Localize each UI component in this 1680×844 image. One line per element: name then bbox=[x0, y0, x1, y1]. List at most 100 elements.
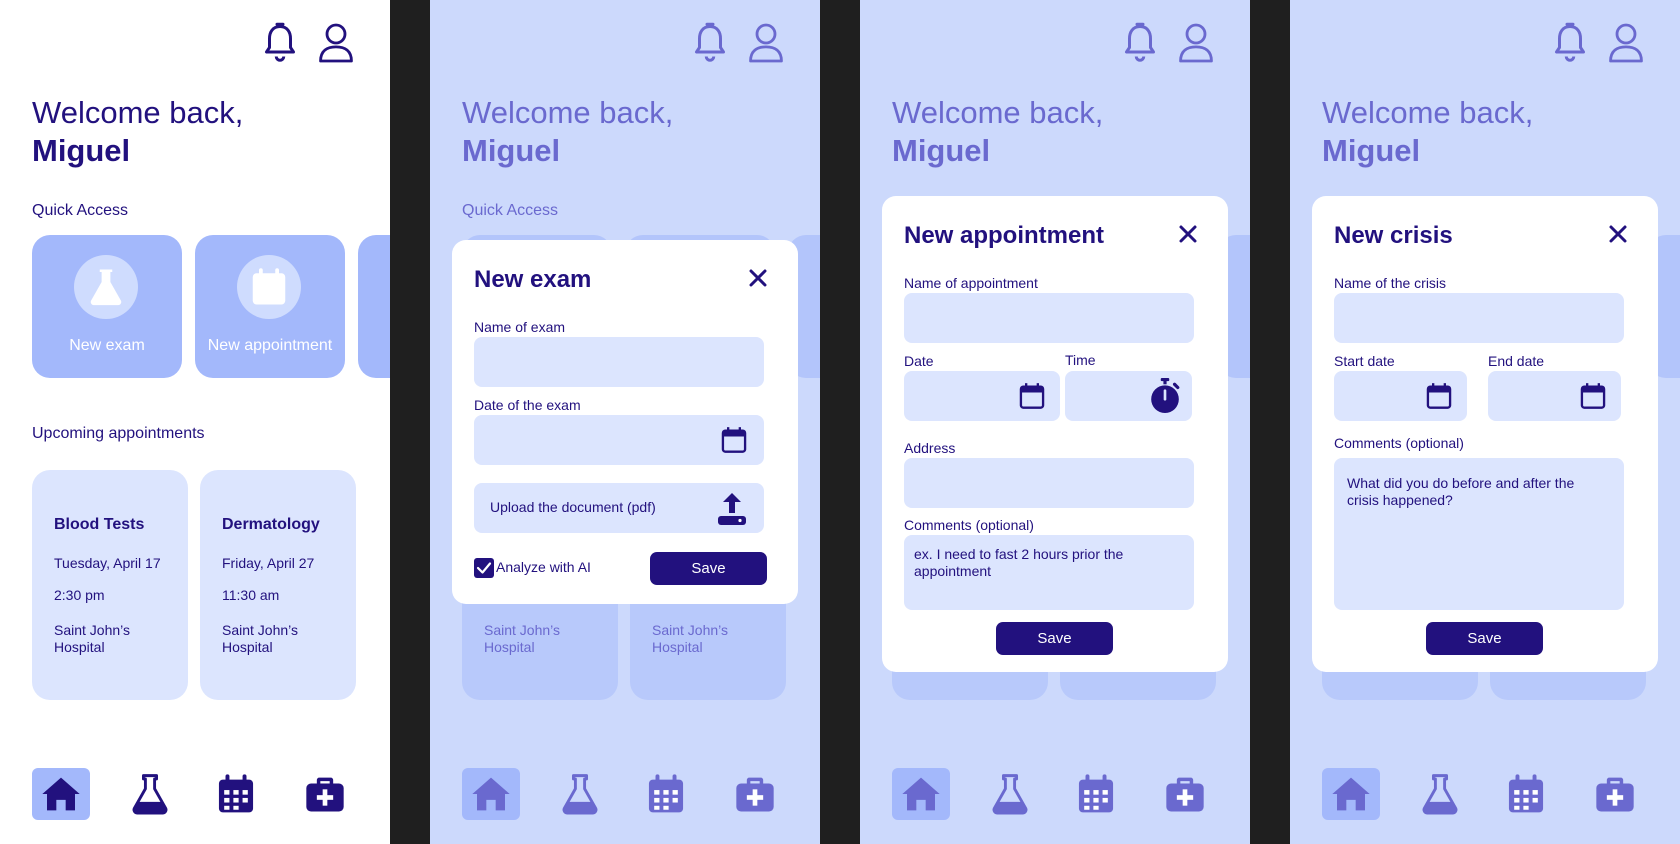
appointment-date: Friday, April 27 bbox=[222, 555, 315, 571]
nav-exams bbox=[981, 768, 1039, 820]
address-input[interactable] bbox=[904, 458, 1194, 508]
quick-access-new-appointment[interactable]: New appointment bbox=[195, 235, 345, 378]
quick-access-label: Quick Access bbox=[32, 202, 129, 219]
top-icons bbox=[1552, 22, 1644, 64]
bell-icon bbox=[1122, 22, 1158, 64]
home-screen: Welcome back, Miguel Quick Access New ex… bbox=[0, 0, 390, 844]
welcome-heading: Welcome back, Miguel bbox=[1322, 94, 1533, 170]
nav-calendar bbox=[1067, 768, 1125, 820]
appointment-time: 2:30 pm bbox=[54, 587, 105, 603]
exam-name-input[interactable] bbox=[474, 337, 764, 387]
comments-label: Comments (optional) bbox=[904, 517, 1034, 533]
nav-calendar[interactable] bbox=[207, 768, 265, 820]
user-name: Miguel bbox=[892, 133, 991, 168]
calendar-icon[interactable] bbox=[1018, 382, 1046, 410]
calendar-icon bbox=[1075, 773, 1117, 815]
upload-document-field[interactable]: Upload the document (pdf) bbox=[474, 483, 764, 533]
exam-date-input[interactable] bbox=[474, 415, 764, 465]
address-label: Address bbox=[904, 440, 956, 456]
end-date-input[interactable] bbox=[1488, 371, 1621, 421]
appointment-card[interactable]: Dermatology Friday, April 27 11:30 am Sa… bbox=[200, 470, 356, 700]
flask-icon bbox=[559, 773, 601, 815]
date-label: Date bbox=[904, 353, 934, 369]
nav-home[interactable] bbox=[32, 768, 90, 820]
modal-title: New appointment bbox=[904, 222, 1105, 249]
quick-access-label-exam: New exam bbox=[69, 337, 145, 354]
home-icon bbox=[900, 773, 942, 815]
medical-kit-icon bbox=[1594, 773, 1636, 815]
calendar-icon bbox=[215, 773, 257, 815]
analyze-ai-label: Analyze with AI bbox=[496, 559, 591, 575]
nav-exams[interactable] bbox=[121, 768, 179, 820]
top-icons bbox=[1122, 22, 1214, 64]
appointment-name-input[interactable] bbox=[904, 293, 1194, 343]
appointment-place: Saint John’s Hospital bbox=[652, 622, 729, 655]
bell-icon[interactable] bbox=[262, 22, 298, 64]
flask-icon bbox=[989, 773, 1031, 815]
nav-home bbox=[892, 768, 950, 820]
comments-textarea[interactable]: What did you do before and after the cri… bbox=[1334, 458, 1624, 610]
crisis-name-input[interactable] bbox=[1334, 293, 1624, 343]
close-icon[interactable] bbox=[1178, 224, 1198, 244]
check-icon bbox=[474, 558, 494, 578]
modal-title: New exam bbox=[474, 266, 592, 293]
bottom-nav bbox=[1322, 768, 1648, 820]
appointment-place: Saint John’s Hospital bbox=[54, 622, 131, 655]
medical-kit-icon bbox=[304, 773, 346, 815]
calendar-icon[interactable] bbox=[720, 426, 748, 454]
upload-label: Upload the document (pdf) bbox=[490, 499, 656, 515]
stopwatch-icon[interactable] bbox=[1148, 376, 1182, 416]
analyze-ai-checkbox[interactable] bbox=[474, 558, 494, 578]
calendar-icon bbox=[645, 773, 687, 815]
nav-medical bbox=[1586, 768, 1644, 820]
comments-textarea[interactable]: ex. I need to fast 2 hours prior the app… bbox=[904, 535, 1194, 610]
nav-medical[interactable] bbox=[296, 768, 354, 820]
date-input[interactable] bbox=[904, 371, 1060, 421]
appointment-card[interactable]: Blood Tests Tuesday, April 17 2:30 pm Sa… bbox=[32, 470, 188, 700]
save-button[interactable]: Save bbox=[1426, 622, 1543, 655]
nav-calendar bbox=[1497, 768, 1555, 820]
close-icon[interactable] bbox=[748, 268, 768, 288]
close-icon[interactable] bbox=[1608, 224, 1628, 244]
time-label: Time bbox=[1065, 352, 1096, 368]
user-icon bbox=[1608, 22, 1644, 64]
user-icon[interactable] bbox=[318, 22, 354, 64]
comments-placeholder: What did you do before and after the cri… bbox=[1347, 475, 1575, 508]
nav-home bbox=[1322, 768, 1380, 820]
upload-icon[interactable] bbox=[716, 491, 748, 527]
bottom-nav bbox=[892, 768, 1218, 820]
bell-icon bbox=[692, 22, 728, 64]
welcome-text: Welcome back, bbox=[1322, 95, 1534, 130]
welcome-text: Welcome back, bbox=[892, 95, 1104, 130]
quick-access-label: Quick Access bbox=[462, 202, 559, 219]
welcome-text: Welcome back, bbox=[462, 95, 674, 130]
medical-kit-icon bbox=[1164, 773, 1206, 815]
welcome-heading: Welcome back, Miguel bbox=[32, 94, 243, 170]
calendar-icon[interactable] bbox=[1579, 382, 1607, 410]
new-crisis-modal: New crisis Name of the crisis Start date… bbox=[1312, 196, 1658, 672]
start-date-input[interactable] bbox=[1334, 371, 1467, 421]
appointment-name-label: Name of appointment bbox=[904, 275, 1038, 291]
nav-home bbox=[462, 768, 520, 820]
comments-label: Comments (optional) bbox=[1334, 435, 1464, 451]
exam-name-label: Name of exam bbox=[474, 319, 566, 335]
calendar-icon bbox=[237, 255, 301, 319]
time-input[interactable] bbox=[1065, 371, 1192, 421]
quick-access-more[interactable] bbox=[358, 235, 390, 378]
medical-kit-icon bbox=[734, 773, 776, 815]
quick-access-new-exam[interactable]: New exam bbox=[32, 235, 182, 378]
save-button[interactable]: Save bbox=[996, 622, 1113, 655]
new-exam-screen: Welcome back, Miguel Quick Access Saint … bbox=[430, 0, 820, 844]
save-button[interactable]: Save bbox=[650, 552, 767, 585]
bottom-nav bbox=[32, 768, 358, 820]
flask-icon bbox=[129, 773, 171, 815]
flask-icon bbox=[1419, 773, 1461, 815]
appointment-title: Blood Tests bbox=[54, 516, 145, 533]
user-icon bbox=[748, 22, 784, 64]
calendar-icon[interactable] bbox=[1425, 382, 1453, 410]
end-date-label: End date bbox=[1488, 353, 1545, 369]
bottom-nav bbox=[462, 768, 788, 820]
bell-icon bbox=[1552, 22, 1588, 64]
calendar-icon bbox=[1505, 773, 1547, 815]
appointment-time: 11:30 am bbox=[222, 587, 280, 603]
